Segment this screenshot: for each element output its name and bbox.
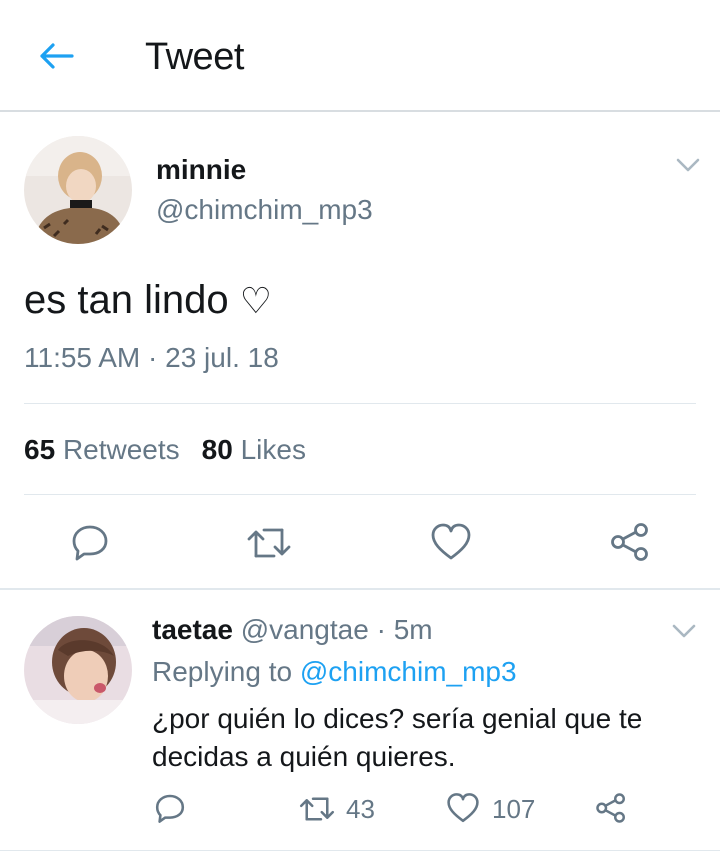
tweet-stats: 65 Retweets 80 Likes — [24, 434, 306, 466]
like-icon — [447, 793, 479, 823]
tweet-timestamp[interactable]: 11:55 AM · 23 jul. 18 — [24, 342, 279, 374]
mention-link[interactable]: @chimchim_mp3 — [300, 656, 517, 687]
reply-age: 5m — [393, 614, 433, 645]
page-title: Tweet — [145, 36, 244, 78]
retweets-stat[interactable]: 65 Retweets — [24, 434, 180, 465]
reply-avatar[interactable] — [24, 616, 132, 724]
divider — [0, 850, 720, 851]
top-bar: Tweet — [0, 0, 720, 112]
share-button[interactable] — [608, 522, 652, 567]
divider — [0, 588, 720, 590]
back-arrow-icon — [40, 43, 74, 69]
back-button[interactable] — [36, 40, 76, 72]
retweet-icon — [247, 528, 291, 558]
chevron-down-icon — [676, 158, 700, 172]
reply-header: taetae @vangtae · 5m — [152, 614, 433, 645]
tweet-text: es tan lindo ♡ — [24, 278, 272, 322]
tweet-menu-button[interactable] — [676, 158, 700, 172]
reply-text: ¿por quién lo dices? sería genial que te… — [152, 703, 643, 772]
like-icon — [431, 523, 471, 560]
reply-author-name[interactable]: taetae — [152, 614, 233, 645]
likes-stat[interactable]: 80 Likes — [202, 434, 306, 465]
divider — [24, 494, 696, 495]
share-icon — [611, 523, 648, 561]
reply-author-handle[interactable]: @vangtae — [241, 614, 369, 645]
replying-to: Replying to @chimchim_mp3 — [152, 656, 517, 687]
author-name[interactable]: minnie — [156, 154, 246, 186]
reply-icon — [155, 794, 185, 823]
divider — [24, 403, 696, 404]
author-handle[interactable]: @chimchim_mp3 — [156, 194, 373, 226]
reply-button[interactable] — [70, 522, 110, 567]
reply-menu-button[interactable] — [672, 624, 696, 638]
like-button[interactable] — [430, 522, 472, 567]
reply-like-count: 107 — [492, 794, 536, 824]
reply-retweet-count: 43 — [346, 794, 375, 824]
avatar[interactable] — [24, 136, 132, 244]
retweet-button[interactable] — [246, 524, 292, 567]
reply-icon — [72, 525, 108, 561]
retweet-icon — [299, 797, 335, 821]
share-icon — [596, 793, 625, 823]
reply-like-button[interactable] — [446, 792, 480, 829]
reply-reply-button[interactable] — [154, 792, 186, 829]
chevron-down-icon — [672, 624, 696, 638]
reply-retweet-button[interactable] — [298, 794, 336, 829]
heart-glyph: ♡ — [239, 281, 272, 322]
reply-share-button[interactable] — [594, 792, 628, 829]
